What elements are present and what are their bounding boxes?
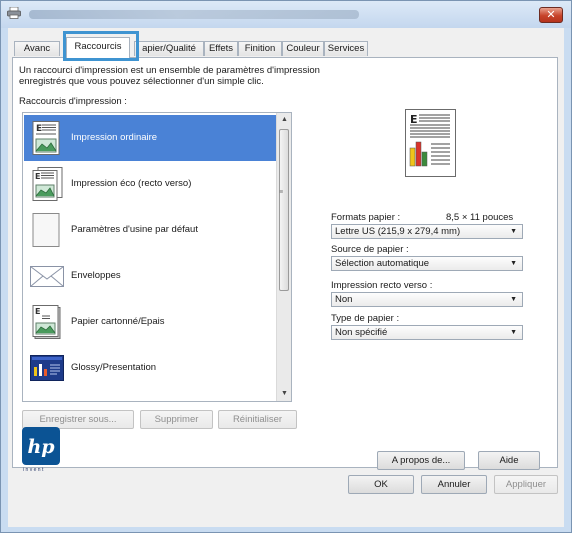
shortcut-item-glossy-presentation[interactable]: Glossy/Presentation (24, 345, 276, 391)
svg-text:E: E (35, 172, 40, 181)
tab-advanced[interactable]: Avanc (14, 41, 60, 56)
close-button[interactable]: ✕ (539, 7, 563, 23)
paper-format-value: Lettre US (215,9 x 279,4 mm) (335, 226, 461, 237)
tab-highlight-frame (63, 31, 139, 61)
window-title-redacted (29, 10, 359, 19)
paper-type-select[interactable]: Non spécifié ▼ (331, 325, 523, 340)
duplex-value: Non (335, 294, 353, 305)
shortcuts-list[interactable]: E Impression ordinaire E Impression éco … (22, 112, 292, 402)
cancel-button[interactable]: Annuler (421, 475, 487, 494)
cardstock-icon: E (30, 305, 64, 339)
paper-type-label: Type de papier : (331, 313, 400, 324)
duplex-label: Impression recto verso : (331, 280, 433, 291)
shortcut-label: Paramètres d'usine par défaut (71, 224, 198, 235)
shortcut-item-envelopes[interactable]: Enveloppes (24, 253, 276, 299)
title-bar[interactable]: ✕ (1, 1, 571, 28)
paper-source-select[interactable]: Sélection automatique ▼ (331, 256, 523, 271)
page-preview: E (405, 109, 456, 177)
glossy-presentation-icon (30, 351, 64, 385)
duplex-select[interactable]: Non ▼ (331, 292, 523, 307)
tab-services[interactable]: Services (324, 41, 368, 56)
shortcut-label: Glossy/Presentation (71, 362, 157, 373)
printer-preferences-dialog: ✕ Avanc Raccourcis apier/Qualité Effets … (0, 0, 572, 533)
svg-text:E: E (410, 113, 418, 126)
factory-defaults-icon (30, 213, 64, 247)
paper-source-label: Source de papier : (331, 244, 409, 255)
shortcuts-panel: Un raccourci d'impression est un ensembl… (12, 57, 558, 473)
shortcut-item-eco-duplex[interactable]: E Impression éco (recto verso) (24, 161, 276, 207)
shortcuts-list-scrollbar[interactable]: ▲ ≡ ▼ (276, 113, 291, 401)
scroll-down-icon[interactable]: ▼ (277, 387, 291, 401)
chevron-down-icon: ▼ (510, 228, 517, 235)
hp-logo: hp (22, 427, 60, 465)
delete-button[interactable]: Supprimer (140, 410, 213, 429)
tab-paper-quality[interactable]: apier/Qualité (134, 41, 204, 56)
shortcut-item-plain-print[interactable]: E Impression ordinaire (24, 115, 276, 161)
tab-effects[interactable]: Effets (204, 41, 238, 56)
paper-type-value: Non spécifié (335, 327, 388, 338)
shortcut-label: Enveloppes (71, 270, 121, 281)
printer-icon (7, 6, 21, 19)
about-button[interactable]: A propos de... (377, 451, 465, 470)
paper-format-size: 8,5 × 11 pouces (446, 212, 514, 223)
shortcut-label: Impression éco (recto verso) (71, 178, 192, 189)
svg-text:E: E (35, 307, 40, 316)
hp-invent-tagline: invent (23, 467, 45, 473)
plain-print-icon: E (30, 121, 64, 155)
shortcut-label: Impression ordinaire (71, 132, 158, 143)
eco-duplex-icon: E (30, 167, 64, 201)
tab-finishing[interactable]: Finition (238, 41, 282, 56)
chevron-down-icon: ▼ (510, 296, 517, 303)
paper-source-value: Sélection automatique (335, 258, 430, 269)
shortcuts-description: Un raccourci d'impression est un ensembl… (19, 65, 320, 87)
shortcut-item-cardstock[interactable]: E Papier cartonné/Epais (24, 299, 276, 345)
shortcut-label: Papier cartonné/Epais (71, 316, 165, 327)
paper-format-select[interactable]: Lettre US (215,9 x 279,4 mm) ▼ (331, 224, 523, 239)
scroll-up-icon[interactable]: ▲ (277, 113, 291, 127)
scroll-grip-icon: ≡ (279, 189, 284, 196)
shortcuts-list-label: Raccourcis d'impression : (19, 96, 127, 107)
tab-color[interactable]: Couleur (282, 41, 324, 56)
help-button[interactable]: Aide (478, 451, 540, 470)
dialog-client-area: Avanc Raccourcis apier/Qualité Effets Fi… (8, 28, 564, 527)
scroll-thumb[interactable] (279, 129, 289, 291)
reset-button[interactable]: Réinitialiser (218, 410, 297, 429)
apply-button[interactable]: Appliquer (494, 475, 558, 494)
ok-button[interactable]: OK (348, 475, 414, 494)
chevron-down-icon: ▼ (510, 260, 517, 267)
shortcut-item-factory-defaults[interactable]: Paramètres d'usine par défaut (24, 207, 276, 253)
hp-logo-text: hp (27, 436, 55, 458)
svg-text:E: E (36, 124, 42, 134)
paper-format-label: Formats papier : (331, 212, 401, 223)
envelope-icon (30, 259, 64, 293)
chevron-down-icon: ▼ (510, 329, 517, 336)
